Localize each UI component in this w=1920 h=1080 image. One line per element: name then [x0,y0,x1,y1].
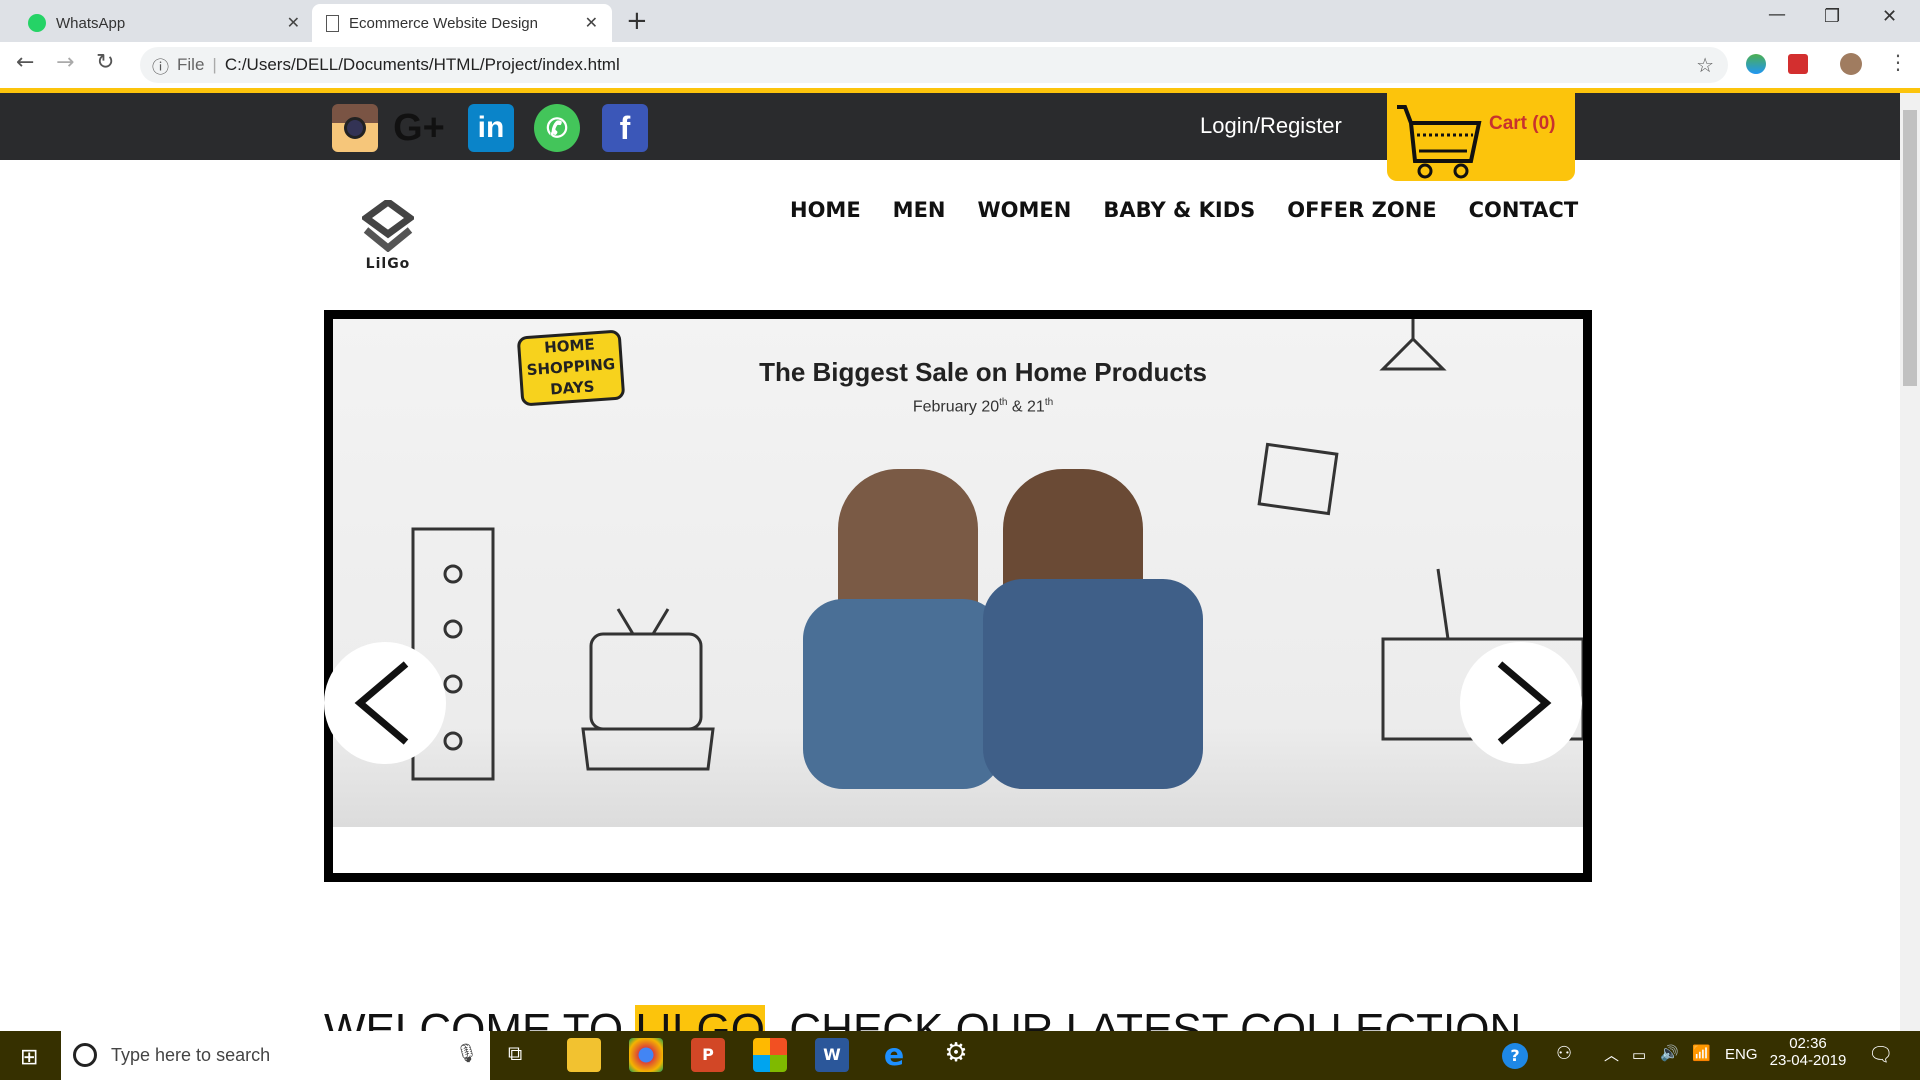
tab-ecommerce[interactable]: Ecommerce Website Design ✕ [312,4,612,42]
tab-whatsapp[interactable]: WhatsApp ✕ [14,4,314,42]
file-explorer-icon[interactable] [567,1038,601,1072]
store-icon[interactable] [753,1038,787,1072]
google-plus-icon[interactable]: G+ [393,104,445,152]
man-jeans [803,599,1003,789]
next-slide-button[interactable] [1460,642,1582,764]
tab-title: WhatsApp [56,14,126,32]
logo-mark-icon [360,197,416,253]
edge-icon[interactable]: e [877,1038,911,1073]
settings-gear-icon[interactable]: ⚙ [939,1038,973,1072]
chevron-up-icon[interactable]: ︿ [1604,1044,1619,1065]
tab-title: Ecommerce Website Design [349,14,538,32]
chevron-right-icon [1497,661,1552,745]
pdf-extension-icon[interactable] [1788,54,1808,74]
logo-text: LilGo [365,256,411,272]
battery-icon[interactable]: ▭ [1632,1046,1646,1064]
close-tab-icon[interactable]: ✕ [585,13,598,33]
cart-button[interactable] [1387,93,1575,181]
clock[interactable]: 02:36 23-04-2019 [1768,1035,1848,1069]
top-bar [0,93,1900,160]
cart-label[interactable]: Cart (0) [1489,113,1556,135]
login-register-link[interactable]: Login/Register [1200,113,1342,139]
logo[interactable]: LilGo [358,197,418,272]
language-indicator[interactable]: ENG [1725,1046,1758,1063]
task-view-icon[interactable]: ⧉ [508,1043,522,1066]
url-text: C:/Users/DELL/Documents/HTML/Project/ind… [224,55,620,74]
cortana-icon [73,1043,97,1067]
linkedin-icon[interactable]: in [468,104,514,152]
prev-slide-button[interactable] [324,642,446,764]
nav-men[interactable]: MEN [893,198,946,222]
bookmark-star-icon[interactable]: ☆ [1696,53,1714,78]
instagram-icon[interactable] [332,104,378,152]
nav-baby-kids[interactable]: BABY & KIDS [1103,198,1255,222]
menu-icon[interactable]: ⋮ [1888,50,1908,74]
banner-image: HOME SHOPPING DAYS The Biggest Sale on Hom… [333,319,1583,827]
back-icon[interactable]: ← [16,50,34,75]
wifi-icon[interactable]: 📶 [1692,1044,1711,1062]
cart-icon [1397,105,1482,179]
whatsapp-icon [28,14,46,32]
chevron-left-icon [354,661,409,745]
nav-women[interactable]: WOMEN [978,198,1072,222]
banner-slider: HOME SHOPPING DAYS The Biggest Sale on Hom… [324,310,1592,882]
page-icon [326,14,339,32]
powerpoint-icon[interactable]: P [691,1038,725,1072]
file-label: File [177,55,205,74]
info-icon: ⓘ [152,57,169,77]
notifications-icon[interactable]: 🗨 [1868,1042,1893,1067]
windows-start-icon[interactable]: ⊞ [20,1045,38,1070]
reload-icon[interactable]: ↻ [96,50,114,75]
restore-button[interactable]: ❐ [1824,6,1840,27]
help-icon[interactable]: ? [1502,1043,1528,1069]
whatsapp-icon[interactable]: ✆ [534,104,580,152]
people-icon[interactable]: ⚇ [1556,1043,1572,1064]
new-tab-button[interactable]: + [626,6,648,36]
nav-home[interactable]: HOME [790,198,861,222]
extension-icon[interactable] [1746,54,1766,74]
close-tab-icon[interactable]: ✕ [287,13,300,33]
nav-contact[interactable]: CONTACT [1469,198,1579,222]
minimize-button[interactable]: — [1768,4,1786,25]
chrome-icon[interactable] [629,1038,663,1072]
main-nav: HOME MEN WOMEN BABY & KIDS OFFER ZONE CO… [790,198,1578,222]
tab-bar: WhatsApp ✕ Ecommerce Website Design ✕ + … [0,0,1920,42]
nav-offer-zone[interactable]: OFFER ZONE [1287,198,1436,222]
search-placeholder: Type here to search [111,1045,271,1065]
taskbar-search[interactable]: Type here to search 🎙 [61,1031,490,1080]
woman-jeans [983,579,1203,789]
word-icon[interactable]: W [815,1038,849,1072]
address-bar[interactable]: ⓘ File | C:/Users/DELL/Documents/HTML/Pr… [140,47,1728,83]
volume-icon[interactable]: 🔊 [1660,1044,1679,1062]
avatar[interactable] [1840,53,1862,75]
forward-icon[interactable]: → [56,50,74,75]
facebook-icon[interactable]: f [602,104,648,152]
microphone-icon[interactable]: 🎙 [455,1043,478,1064]
scrollbar-thumb[interactable] [1903,110,1917,386]
close-window-button[interactable]: ✕ [1882,6,1897,27]
